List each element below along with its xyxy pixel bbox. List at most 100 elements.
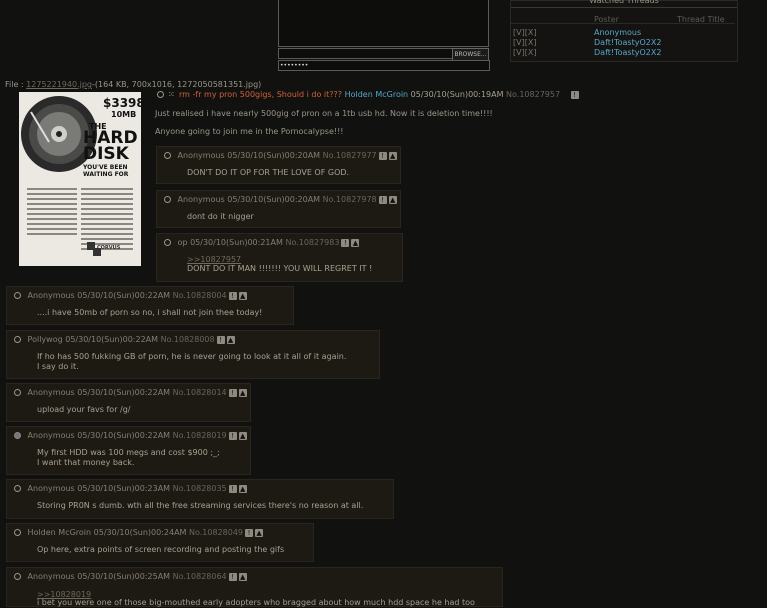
reply-post-number[interactable]: No.10827983 (285, 238, 339, 247)
file-input[interactable] (278, 48, 453, 59)
reply-post-number[interactable]: No.10828019 (173, 431, 227, 440)
ad-price: $3398 (103, 96, 141, 110)
reply-body: Op here, extra points of screen recordin… (37, 545, 285, 554)
password-field[interactable]: •••••••• (278, 60, 490, 71)
reply-post-number[interactable]: No.10828008 (161, 335, 215, 344)
reply-name: Pollywog (27, 335, 63, 344)
delete-radio[interactable] (14, 485, 21, 492)
ad-tag1: YOU'VE BEEN (83, 164, 128, 171)
reply-header: Pollywog 05/30/10(Sun)00:22AM No.1082800… (14, 335, 235, 344)
watched-row: [V][X] (513, 48, 536, 58)
delete-radio[interactable] (157, 91, 164, 98)
reply-post-number[interactable]: No.10828049 (189, 528, 243, 537)
reply-post: Anonymous 05/30/10(Sun)00:25AM No.108280… (6, 567, 503, 607)
report-icon[interactable]: ! (341, 238, 350, 247)
op-header: ⁙ rm -fr my pron 500gigs, Should i do it?… (157, 90, 579, 99)
watched-row-poster[interactable]: Daft!ToastyO2X2 (594, 38, 661, 48)
watched-row: [V][X] (513, 28, 536, 38)
watched-row-poster[interactable]: Anonymous (594, 28, 641, 38)
reply-name: Anonymous (27, 291, 75, 300)
comment-textarea[interactable] (278, 0, 489, 47)
reply-post-number[interactable]: No.10827978 (323, 195, 377, 204)
chevron-up-icon[interactable]: ▲ (255, 528, 264, 537)
file-info: File : 1275221940.jpg-(164 KB, 700x1016,… (5, 80, 261, 89)
reply-date: 05/30/10(Sun)00:23AM (77, 484, 171, 493)
ad-disk: DISK (83, 144, 129, 164)
reply-header: Anonymous 05/30/10(Sun)00:23AM No.108280… (14, 484, 247, 493)
reply-header: Anonymous 05/30/10(Sun)00:20AM No.108279… (164, 195, 397, 204)
reply-header: Anonymous 05/30/10(Sun)00:20AM No.108279… (164, 151, 397, 160)
watched-row-poster[interactable]: Daft!ToastyO2X2 (594, 48, 661, 58)
expand-icon[interactable]: ⁙ (168, 90, 179, 99)
reply-date: 05/30/10(Sun)00:20AM (227, 195, 321, 204)
reply-date: 05/30/10(Sun)00:22AM (77, 388, 171, 397)
reply-post-number[interactable]: No.10828035 (173, 484, 227, 493)
watched-row-controls[interactable]: [V][X] (513, 28, 536, 37)
reply-name: Anonymous (177, 151, 225, 160)
reply-post-number[interactable]: No.10827977 (323, 151, 377, 160)
chevron-up-icon[interactable]: ▲ (388, 151, 397, 160)
reply-date: 05/30/10(Sun)00:22AM (65, 335, 159, 344)
watched-row: [V][X] (513, 38, 536, 48)
report-icon[interactable]: ! (570, 90, 579, 99)
report-icon[interactable]: ! (228, 431, 237, 440)
reply-name: Anonymous (27, 484, 75, 493)
ad-size: 10MB (111, 110, 137, 119)
reply-post-number[interactable]: No.10828064 (173, 572, 227, 581)
reply-date: 05/30/10(Sun)00:22AM (77, 291, 171, 300)
reply-post: Anonymous 05/30/10(Sun)00:20AM No.108279… (156, 190, 401, 228)
file-label: File : (5, 80, 24, 89)
report-icon[interactable]: ! (245, 528, 254, 537)
reply-post: Anonymous 05/30/10(Sun)00:23AM No.108280… (6, 479, 394, 519)
reply-post: Anonymous 05/30/10(Sun)00:22AM No.108280… (6, 286, 294, 325)
reply-body: DON'T DO IT OP FOR THE LOVE OF GOD. (187, 168, 350, 177)
op-comment-line: Anyone going to join me in the Pornocaly… (155, 127, 344, 136)
reply-name: Holden McGroin (27, 528, 92, 537)
watched-row-controls[interactable]: [V][X] (513, 38, 536, 47)
reply-body: dont do it nigger (187, 212, 254, 221)
reply-name: Anonymous (27, 431, 75, 440)
chevron-up-icon[interactable]: ▲ (388, 195, 397, 204)
file-link[interactable]: 1275221940.jpg (26, 80, 92, 89)
report-icon[interactable]: ! (228, 291, 237, 300)
reply-post: Anonymous 05/30/10(Sun)00:20AM No.108279… (156, 146, 401, 184)
delete-radio[interactable] (14, 432, 21, 439)
report-icon[interactable]: ! (228, 484, 237, 493)
reply-post-number[interactable]: No.10828014 (173, 388, 227, 397)
ad-tag2: WAITING FOR (83, 171, 129, 178)
watched-row-controls[interactable]: [V][X] (513, 48, 536, 57)
reply-header: Anonymous 05/30/10(Sun)00:22AM No.108280… (14, 291, 247, 300)
reply-date: 05/30/10(Sun)00:24AM (93, 528, 187, 537)
report-icon[interactable]: ! (228, 388, 237, 397)
chevron-up-icon[interactable]: ▲ (351, 238, 360, 247)
op-image[interactable]: $3398 10MB THE HARD DISK YOU'VE BEEN WAI… (19, 92, 141, 266)
delete-radio[interactable] (14, 573, 21, 580)
delete-radio[interactable] (164, 239, 171, 246)
watched-divider (511, 23, 735, 24)
file-meta: -(164 KB, 700x1016, 1272050581351.jpg) (92, 80, 262, 89)
delete-radio[interactable] (14, 389, 21, 396)
chevron-up-icon[interactable]: ▲ (238, 484, 247, 493)
report-icon[interactable]: ! (216, 335, 225, 344)
chevron-up-icon[interactable]: ▲ (238, 572, 247, 581)
reply-body: My first HDD was 100 megs and cost $900 … (37, 448, 220, 467)
op-date: 05/30/10(Sun)00:19AM (410, 90, 504, 99)
chevron-up-icon[interactable]: ▲ (238, 291, 247, 300)
op-post-number[interactable]: No.10827957 (506, 90, 560, 99)
delete-radio[interactable] (164, 152, 171, 159)
chevron-up-icon[interactable]: ▲ (238, 431, 247, 440)
report-icon[interactable]: ! (378, 195, 387, 204)
delete-radio[interactable] (164, 196, 171, 203)
delete-radio[interactable] (14, 529, 21, 536)
reply-name: Anonymous (27, 388, 75, 397)
op-subject: rm -fr my pron 500gigs, Should i do it??… (179, 90, 343, 99)
chevron-up-icon[interactable]: ▲ (238, 388, 247, 397)
reply-post-number[interactable]: No.10828004 (173, 291, 227, 300)
report-icon[interactable]: ! (378, 151, 387, 160)
delete-radio[interactable] (14, 292, 21, 299)
delete-radio[interactable] (14, 336, 21, 343)
report-icon[interactable]: ! (228, 572, 237, 581)
chevron-up-icon[interactable]: ▲ (226, 335, 235, 344)
reply-date: 05/30/10(Sun)00:20AM (227, 151, 321, 160)
reply-body: DONT DO IT MAN !!!!!!! YOU WILL REGRET I… (187, 264, 373, 273)
